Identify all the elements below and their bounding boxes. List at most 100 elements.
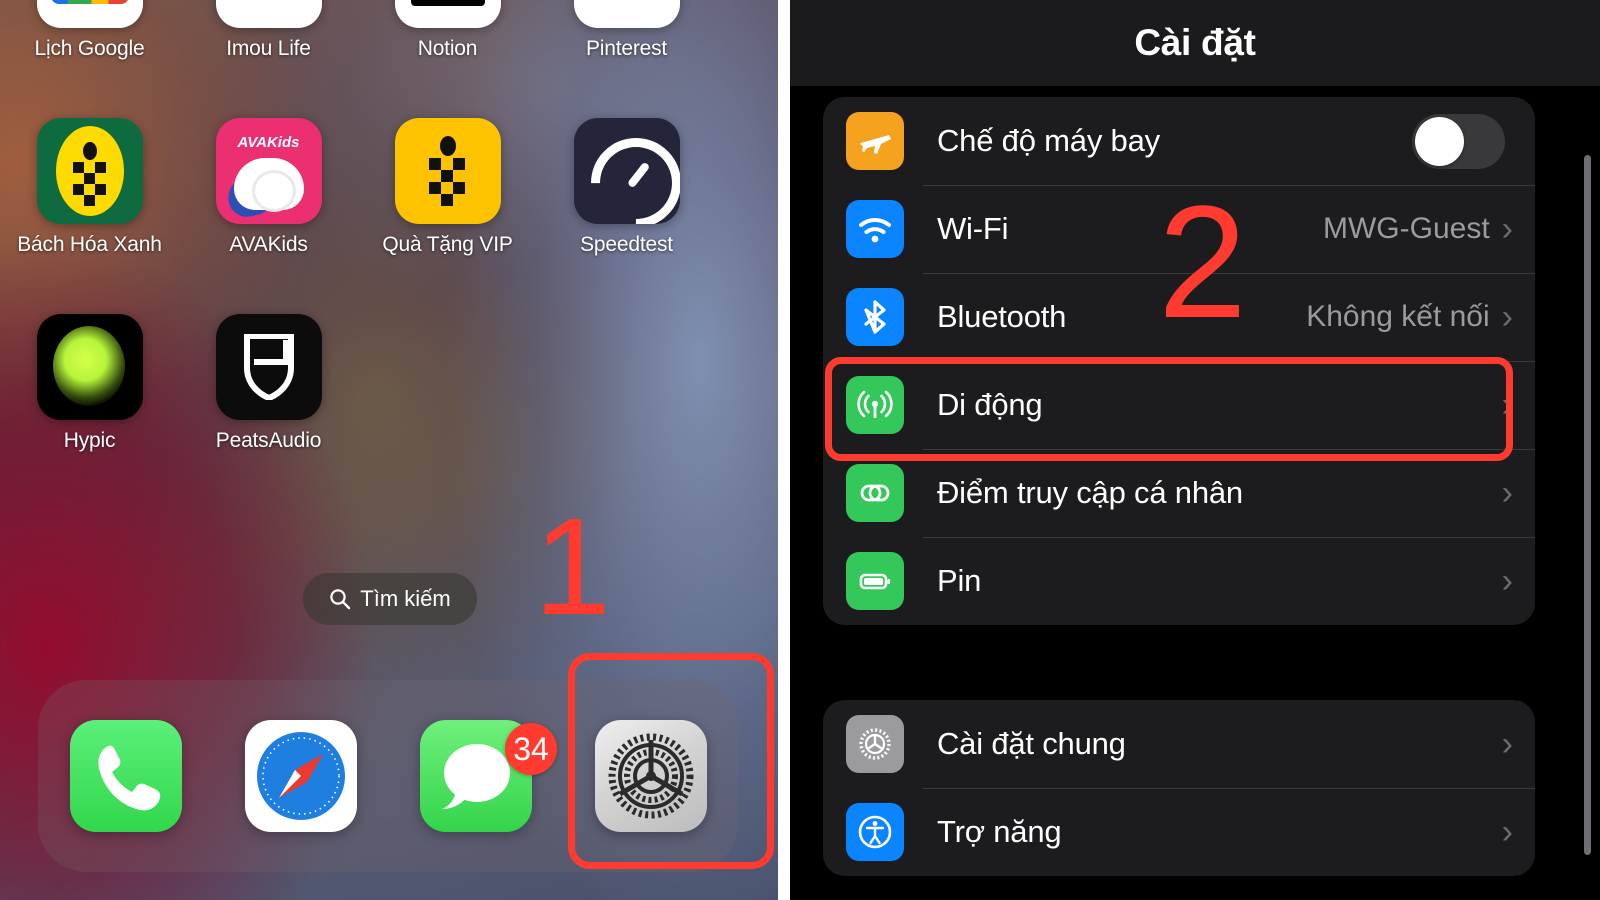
dock-app-phone[interactable] — [38, 720, 213, 832]
app-label: PeatsAudio — [215, 429, 322, 452]
chevron-right-icon: › — [1501, 474, 1513, 512]
taxi-checker-glyph — [428, 136, 465, 206]
settings-row-label: Pin — [937, 563, 982, 598]
app-row: Hypic PeatsAudio — [0, 314, 778, 510]
chain-link-glyph — [860, 484, 890, 502]
settings-row-control — [1412, 113, 1535, 169]
settings-group-general: Cài đặt chung › Trợ năng › — [823, 700, 1535, 876]
settings-row-general[interactable]: Cài đặt chung › — [823, 700, 1535, 788]
app-label: Lịch Google — [34, 37, 145, 60]
annotation-step-2: 2 — [1158, 172, 1247, 351]
chevron-right-icon: › — [1501, 210, 1513, 248]
wifi-network-value: MWG-Guest — [1323, 212, 1490, 245]
iphone-home-screen-panel: Lịch Google imou Imou Life N Notion — [0, 0, 778, 900]
hypic-icon — [36, 314, 143, 420]
app-lich-google[interactable]: Lịch Google — [0, 0, 179, 118]
settings-row-label: Bluetooth — [937, 299, 1067, 334]
settings-row-control: › — [1502, 727, 1535, 761]
vertical-scrollbar[interactable] — [1584, 155, 1591, 855]
wifi-glyph — [859, 217, 891, 243]
app-speedtest[interactable]: Speedtest — [537, 118, 716, 314]
settings-row-label: Điểm truy cập cá nhân — [937, 475, 1243, 510]
highlight-box-settings-app — [568, 653, 774, 869]
chevron-right-icon: › — [1501, 298, 1513, 336]
app-icon-grid: Lịch Google imou Imou Life N Notion — [0, 0, 778, 510]
app-row: Lịch Google imou Imou Life N Notion — [0, 0, 778, 118]
settings-row-accessibility[interactable]: Trợ năng › — [823, 788, 1535, 876]
safari-compass-icon — [244, 720, 357, 832]
settings-row-personal-hotspot[interactable]: Điểm truy cập cá nhân › — [823, 449, 1535, 537]
app-label: Quà Tặng VIP — [382, 233, 513, 256]
app-hypic[interactable]: Hypic — [0, 314, 179, 510]
pinterest-icon: P — [573, 0, 680, 28]
chevron-right-icon: › — [1501, 725, 1513, 763]
annotation-step-1: 1 — [534, 490, 611, 644]
bluetooth-glyph — [864, 300, 886, 334]
gear-icon — [846, 715, 904, 773]
accessibility-person-glyph — [858, 815, 892, 849]
qua-tang-vip-icon — [394, 118, 501, 224]
dock-app-messages[interactable]: 34 — [388, 720, 563, 832]
app-label: Speedtest — [580, 233, 673, 256]
messages-badge: 34 — [505, 723, 557, 775]
airplane-mode-toggle[interactable] — [1412, 113, 1505, 169]
app-qua-tang-vip[interactable]: Quà Tặng VIP — [358, 118, 537, 314]
app-row: Bách Hóa Xanh AVAKids AVAKids Quà Tặng V… — [0, 118, 778, 314]
app-label: AVAKids — [229, 233, 308, 256]
search-icon — [330, 589, 351, 610]
settings-row-battery[interactable]: Pin › — [823, 537, 1535, 625]
settings-row-control: › — [1502, 564, 1535, 598]
app-peatsaudio[interactable]: PeatsAudio — [179, 314, 358, 510]
app-label: Pinterest — [585, 37, 668, 60]
google-calendar-icon — [36, 0, 143, 28]
app-bach-hoa-xanh[interactable]: Bách Hóa Xanh — [0, 118, 179, 314]
app-label: Imou Life — [226, 37, 311, 60]
battery-icon — [846, 552, 904, 610]
settings-row-control: › — [1502, 815, 1535, 849]
app-imou-life[interactable]: imou Imou Life — [179, 0, 358, 118]
speedtest-icon — [573, 118, 680, 224]
settings-row-label: Trợ năng — [937, 814, 1062, 849]
bluetooth-status-value: Không kết nối — [1306, 300, 1490, 333]
shield-s-glyph — [243, 334, 294, 400]
imou-life-icon: imou — [215, 0, 322, 28]
dock-app-safari[interactable] — [213, 720, 388, 832]
settings-nav-bar: Cài đặt — [790, 0, 1600, 86]
panel-divider — [778, 0, 790, 900]
bluetooth-icon — [846, 288, 904, 346]
chevron-right-icon: › — [1501, 562, 1513, 600]
settings-row-label: Chế độ máy bay — [937, 123, 1160, 158]
phone-icon — [69, 720, 182, 832]
settings-row-control: MWG-Guest › — [1323, 212, 1535, 246]
app-notion[interactable]: N Notion — [358, 0, 537, 118]
airplane-icon — [846, 112, 904, 170]
taxi-checker-glyph — [72, 142, 106, 206]
peatsaudio-icon — [215, 314, 322, 420]
gear-glyph — [859, 728, 891, 760]
avakids-icon: AVAKids — [215, 118, 322, 224]
app-avakids[interactable]: AVAKids AVAKids — [179, 118, 358, 314]
app-label: Bách Hóa Xanh — [17, 233, 162, 256]
chevron-right-icon: › — [1501, 813, 1513, 851]
app-pinterest[interactable]: P Pinterest — [537, 0, 716, 118]
highlight-box-cellular-row — [825, 357, 1513, 461]
personal-hotspot-icon — [846, 464, 904, 522]
page-title: Cài đặt — [1134, 22, 1256, 63]
app-label: Hypic — [63, 429, 116, 452]
toggle-knob — [1415, 116, 1464, 166]
search-pill[interactable]: Tìm kiếm — [303, 573, 477, 625]
app-label: Notion — [417, 37, 478, 60]
compass-glyph — [256, 732, 345, 820]
phone-handset-glyph — [97, 745, 160, 811]
settings-row-control: › — [1502, 476, 1535, 510]
bach-hoa-xanh-icon — [36, 118, 143, 224]
settings-row-label: Cài đặt chung — [937, 726, 1126, 761]
settings-row-label: Wi-Fi — [937, 211, 1009, 246]
settings-row-control: Không kết nối › — [1306, 300, 1535, 334]
screenshot-root: Lịch Google imou Imou Life N Notion — [0, 0, 1600, 900]
accessibility-icon — [846, 803, 904, 861]
airplane-glyph — [860, 135, 891, 154]
wifi-icon — [846, 200, 904, 258]
notion-icon: N — [394, 0, 501, 28]
battery-glyph — [859, 573, 891, 590]
